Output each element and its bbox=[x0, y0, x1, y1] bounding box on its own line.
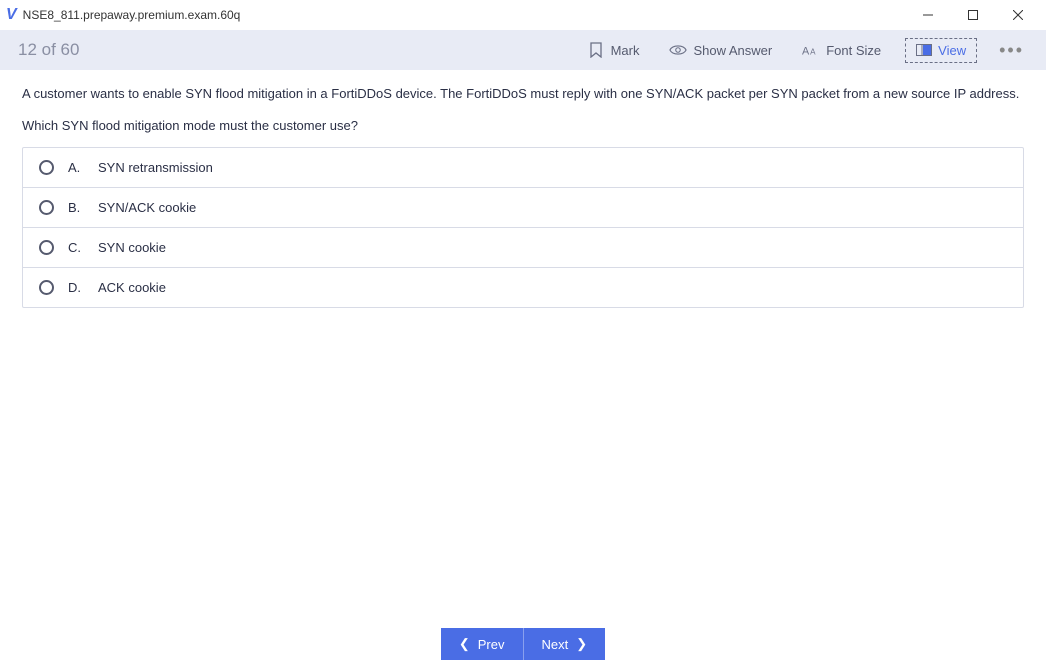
radio-icon bbox=[39, 160, 54, 175]
next-button[interactable]: Next ❯ bbox=[523, 628, 606, 660]
mark-button[interactable]: Mark bbox=[581, 37, 646, 63]
window-controls bbox=[905, 0, 1040, 30]
window-titlebar: V NSE8_811.prepaway.premium.exam.60q bbox=[0, 0, 1046, 30]
more-button[interactable]: ••• bbox=[995, 40, 1028, 61]
prev-button[interactable]: ❮ Prev bbox=[441, 628, 523, 660]
option-c[interactable]: C. SYN cookie bbox=[23, 228, 1023, 268]
next-label: Next bbox=[542, 637, 569, 652]
svg-text:A: A bbox=[810, 48, 816, 57]
option-text: SYN/ACK cookie bbox=[98, 200, 196, 215]
question-stem-p1: A customer wants to enable SYN flood mit… bbox=[22, 84, 1024, 104]
question-counter: 12 of 60 bbox=[18, 40, 563, 60]
footer-nav: ❮ Prev Next ❯ bbox=[0, 617, 1046, 671]
font-size-button[interactable]: AA Font Size bbox=[796, 37, 887, 63]
mark-label: Mark bbox=[611, 43, 640, 58]
close-icon bbox=[1013, 10, 1023, 20]
bookmark-icon bbox=[587, 41, 605, 59]
show-answer-label: Show Answer bbox=[693, 43, 772, 58]
maximize-button[interactable] bbox=[950, 0, 995, 30]
option-letter: B. bbox=[68, 200, 84, 215]
minimize-icon bbox=[923, 10, 933, 20]
close-button[interactable] bbox=[995, 0, 1040, 30]
nav-button-group: ❮ Prev Next ❯ bbox=[441, 628, 605, 660]
more-icon: ••• bbox=[999, 40, 1024, 60]
font-size-icon: AA bbox=[802, 41, 820, 59]
view-label: View bbox=[938, 43, 966, 58]
option-text: ACK cookie bbox=[98, 280, 166, 295]
question-stem-p2: Which SYN flood mitigation mode must the… bbox=[22, 116, 1024, 136]
maximize-icon bbox=[968, 10, 978, 20]
option-d[interactable]: D. ACK cookie bbox=[23, 268, 1023, 307]
chevron-right-icon: ❯ bbox=[576, 636, 587, 652]
option-text: SYN retransmission bbox=[98, 160, 213, 175]
show-answer-button[interactable]: Show Answer bbox=[663, 37, 778, 63]
option-text: SYN cookie bbox=[98, 240, 166, 255]
window-title: NSE8_811.prepaway.premium.exam.60q bbox=[23, 8, 905, 22]
svg-text:A: A bbox=[802, 46, 810, 58]
main-toolbar: 12 of 60 Mark Show Answer AA Font Size V… bbox=[0, 30, 1046, 70]
prev-label: Prev bbox=[478, 637, 505, 652]
radio-icon bbox=[39, 240, 54, 255]
app-logo-icon: V bbox=[6, 6, 17, 24]
view-layout-icon bbox=[916, 43, 932, 57]
question-stem: A customer wants to enable SYN flood mit… bbox=[22, 84, 1024, 135]
option-a[interactable]: A. SYN retransmission bbox=[23, 148, 1023, 188]
eye-icon bbox=[669, 41, 687, 59]
radio-icon bbox=[39, 280, 54, 295]
option-letter: D. bbox=[68, 280, 84, 295]
option-letter: A. bbox=[68, 160, 84, 175]
minimize-button[interactable] bbox=[905, 0, 950, 30]
option-b[interactable]: B. SYN/ACK cookie bbox=[23, 188, 1023, 228]
option-letter: C. bbox=[68, 240, 84, 255]
font-size-label: Font Size bbox=[826, 43, 881, 58]
view-button[interactable]: View bbox=[905, 38, 977, 63]
answer-options: A. SYN retransmission B. SYN/ACK cookie … bbox=[22, 147, 1024, 308]
radio-icon bbox=[39, 200, 54, 215]
chevron-left-icon: ❮ bbox=[459, 636, 470, 652]
question-content: A customer wants to enable SYN flood mit… bbox=[0, 70, 1046, 617]
